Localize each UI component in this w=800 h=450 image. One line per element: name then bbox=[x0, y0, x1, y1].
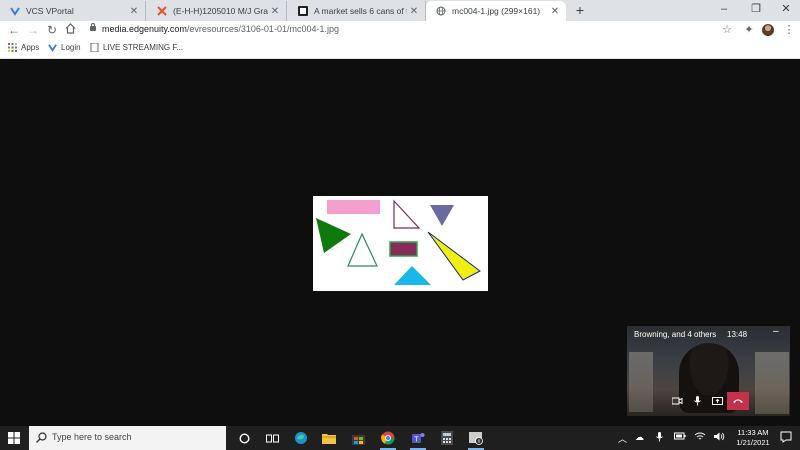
tab-close-icon[interactable]: ✕ bbox=[127, 6, 141, 17]
call-overlay[interactable]: Browning, and 4 others 13:48 – bbox=[627, 326, 790, 416]
edgenuity-x-icon bbox=[157, 6, 167, 16]
share-screen-icon[interactable] bbox=[707, 392, 727, 410]
brainly-icon bbox=[298, 6, 308, 16]
tray-chevron-up-icon[interactable]: ︿ bbox=[618, 432, 627, 445]
bookmark-login[interactable]: Login bbox=[48, 43, 81, 52]
bookmark-label: Apps bbox=[21, 43, 40, 52]
task-view-icon[interactable] bbox=[264, 430, 280, 446]
microphone-icon[interactable] bbox=[687, 392, 707, 410]
call-participants: Browning, and 4 others bbox=[634, 330, 717, 339]
onedrive-cloud-icon[interactable]: ☁ bbox=[635, 432, 644, 443]
bookmark-label: LIVE STREAMING F... bbox=[103, 43, 184, 52]
edge-browser-icon[interactable] bbox=[293, 430, 309, 446]
cyan-triangle bbox=[394, 266, 431, 285]
volume-icon[interactable] bbox=[714, 432, 725, 443]
slate-blue-triangle bbox=[430, 205, 454, 226]
clock-time: 11:33 AM bbox=[737, 428, 769, 437]
bookmark-live-streaming[interactable]: LIVE STREAMING F... bbox=[90, 43, 183, 52]
forward-button[interactable]: → bbox=[25, 22, 41, 38]
tab-title: (E-H-H)1205010 M/J Grade 6 Ma bbox=[173, 6, 268, 16]
bookmark-star-icon[interactable]: ☆ bbox=[719, 22, 735, 38]
camera-icon[interactable] bbox=[667, 392, 687, 410]
pink-rectangle bbox=[327, 200, 380, 214]
calculator-icon[interactable] bbox=[439, 430, 455, 446]
teams-icon[interactable]: T bbox=[410, 430, 426, 450]
address-bar[interactable]: media.edgenuity.com/evresources/3106-01-… bbox=[102, 24, 339, 34]
green-triangle bbox=[316, 218, 351, 253]
globe-icon bbox=[436, 6, 446, 16]
call-controls bbox=[667, 392, 749, 410]
outlined-green-triangle bbox=[347, 232, 378, 267]
maroon-rectangle bbox=[389, 241, 418, 257]
bookmark-apps[interactable]: Apps bbox=[8, 43, 39, 52]
tab-strip: VCS VPortal ✕ (E-H-H)1205010 M/J Grade 6… bbox=[0, 0, 800, 21]
reload-button[interactable]: ↻ bbox=[44, 22, 60, 38]
new-tab-button[interactable]: + bbox=[572, 2, 588, 18]
menu-kebab-icon[interactable]: ⋮ bbox=[781, 22, 797, 38]
background-window bbox=[629, 352, 653, 412]
clock-date: 1/21/2021 bbox=[736, 438, 770, 447]
tab-close-icon[interactable]: ✕ bbox=[407, 6, 421, 17]
file-explorer-icon[interactable] bbox=[321, 430, 337, 446]
browser-toolbar: ← → ↻ media.edgenuity.com/evresources/31… bbox=[0, 21, 800, 40]
yellow-triangle bbox=[427, 231, 481, 281]
extensions-puzzle-icon[interactable]: ✦ bbox=[741, 22, 757, 38]
bookmark-label: Login bbox=[61, 43, 81, 52]
cortana-icon[interactable] bbox=[236, 430, 252, 446]
battery-icon[interactable] bbox=[674, 432, 686, 442]
tab-edgenuity-course[interactable]: (E-H-H)1205010 M/J Grade 6 Ma ✕ bbox=[147, 1, 287, 21]
tab-close-icon[interactable]: ✕ bbox=[548, 6, 562, 17]
photos-app-icon[interactable]: 0 bbox=[468, 430, 484, 450]
svg-text:T: T bbox=[414, 437, 419, 444]
url-path: /evresources/3106-01-01/mc004-1.jpg bbox=[186, 24, 339, 34]
tab-title: VCS VPortal bbox=[26, 6, 74, 16]
back-button[interactable]: ← bbox=[6, 22, 22, 38]
windows-start-icon[interactable] bbox=[8, 432, 20, 444]
vcs-icon bbox=[48, 44, 57, 52]
apps-grid-icon bbox=[8, 43, 17, 52]
tab-title: mc004-1.jpg (299×161) bbox=[452, 6, 541, 16]
notifications-icon[interactable] bbox=[780, 431, 792, 443]
restore-window-button[interactable]: ❐ bbox=[741, 0, 771, 20]
call-duration: 13:48 bbox=[727, 330, 748, 339]
taskbar-clock[interactable]: 11:33 AM 1/21/2021 bbox=[733, 428, 773, 448]
home-button[interactable] bbox=[62, 22, 78, 38]
lock-icon[interactable] bbox=[90, 23, 96, 31]
search-icon bbox=[36, 432, 47, 443]
chrome-icon[interactable] bbox=[380, 430, 396, 450]
displayed-image[interactable] bbox=[313, 196, 488, 291]
tab-brainly-question[interactable]: A market sells 6 cans of food fo ✕ bbox=[288, 1, 426, 21]
windows-taskbar: Type here to search T 0 ︿ ☁ 11:33 AM 1/2 bbox=[0, 426, 800, 450]
tray-microphone-icon[interactable] bbox=[656, 432, 663, 444]
wifi-icon[interactable] bbox=[694, 432, 706, 443]
taskbar-search-box[interactable]: Type here to search bbox=[29, 426, 226, 450]
minimize-call-icon[interactable]: – bbox=[773, 326, 779, 337]
outlined-right-triangle bbox=[393, 199, 421, 229]
store-icon[interactable] bbox=[350, 430, 366, 446]
close-window-button[interactable]: ✕ bbox=[771, 0, 800, 20]
shapes-figure bbox=[316, 199, 481, 285]
tab-close-icon[interactable]: ✕ bbox=[268, 6, 282, 17]
tab-vcs-vportal[interactable]: VCS VPortal ✕ bbox=[0, 1, 146, 21]
page-icon bbox=[90, 43, 99, 52]
minimize-window-button[interactable]: – bbox=[709, 0, 739, 20]
hang-up-icon[interactable] bbox=[727, 392, 749, 410]
url-domain: media.edgenuity.com bbox=[102, 24, 187, 34]
vcs-icon bbox=[10, 6, 20, 16]
tab-image-active[interactable]: mc004-1.jpg (299×161) ✕ bbox=[426, 1, 566, 21]
profile-avatar[interactable] bbox=[762, 24, 774, 36]
search-placeholder: Type here to search bbox=[52, 432, 132, 442]
background-window bbox=[755, 352, 789, 414]
bookmarks-bar: Apps Login LIVE STREAMING F... bbox=[0, 40, 800, 59]
tab-title: A market sells 6 cans of food fo bbox=[314, 6, 407, 16]
